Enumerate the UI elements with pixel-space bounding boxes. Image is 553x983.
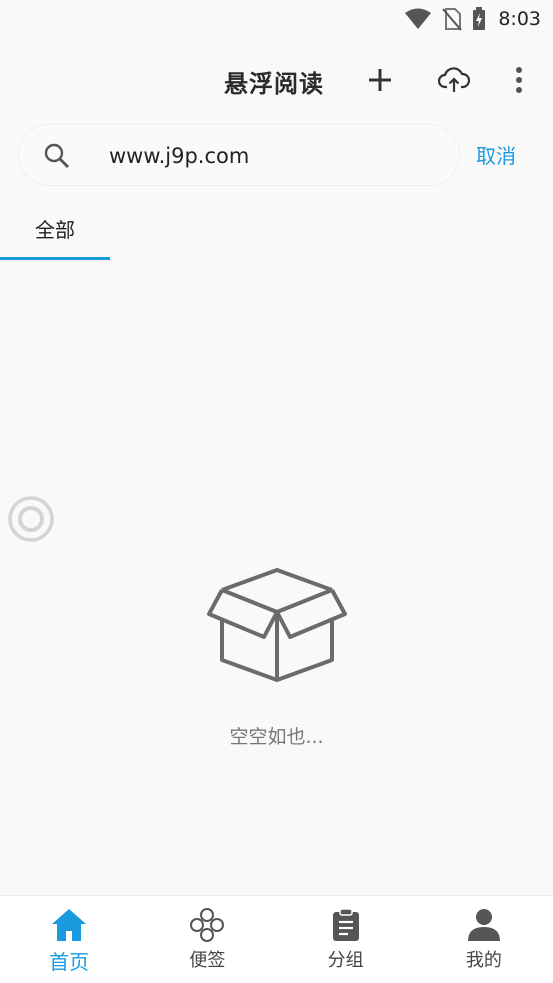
search-box xyxy=(18,124,460,186)
status-bar: 8:03 xyxy=(0,0,553,38)
battery-charging-icon xyxy=(472,7,486,31)
nav-item-groups[interactable]: 分组 xyxy=(277,896,415,983)
clover-icon xyxy=(190,908,225,942)
person-icon xyxy=(467,909,500,941)
more-options-button[interactable] xyxy=(503,64,535,96)
empty-message: 空空如也... xyxy=(229,726,324,748)
plus-icon xyxy=(369,69,391,91)
add-button[interactable] xyxy=(364,64,396,96)
search-input[interactable] xyxy=(109,139,429,173)
nav-item-mine[interactable]: 我的 xyxy=(415,896,553,983)
nav-label-groups: 分组 xyxy=(327,950,364,971)
empty-box-icon xyxy=(206,568,347,682)
tab-indicator xyxy=(0,257,110,260)
wifi-icon xyxy=(404,8,432,30)
tab-bar: 全部 xyxy=(0,196,553,260)
floating-ring-icon xyxy=(8,496,54,542)
cloud-upload-icon xyxy=(438,67,470,92)
cancel-button[interactable]: 取消 xyxy=(476,140,516,169)
more-vertical-icon xyxy=(516,67,522,93)
cloud-upload-button[interactable] xyxy=(438,64,470,96)
nav-label-home: 首页 xyxy=(49,950,90,974)
nav-label-notes: 便签 xyxy=(189,950,226,971)
floating-ball-button[interactable] xyxy=(8,496,54,542)
bottom-nav: 首页 便签 分组 我的 xyxy=(0,895,553,983)
tab-label: 全部 xyxy=(35,217,75,242)
search-icon xyxy=(43,142,71,174)
status-time: 8:03 xyxy=(498,8,541,30)
tab-all[interactable]: 全部 xyxy=(0,196,110,260)
home-icon xyxy=(52,909,87,941)
page-title: 悬浮阅读 xyxy=(224,70,324,98)
empty-state: 空空如也... xyxy=(0,560,553,749)
nav-item-notes[interactable]: 便签 xyxy=(138,896,276,983)
nav-label-mine: 我的 xyxy=(465,950,502,971)
search-row: 取消 xyxy=(18,124,553,186)
app-header: 悬浮阅读 xyxy=(0,50,553,110)
no-sim-icon xyxy=(442,7,463,31)
clipboard-icon xyxy=(332,908,359,941)
nav-item-home[interactable]: 首页 xyxy=(0,896,138,983)
